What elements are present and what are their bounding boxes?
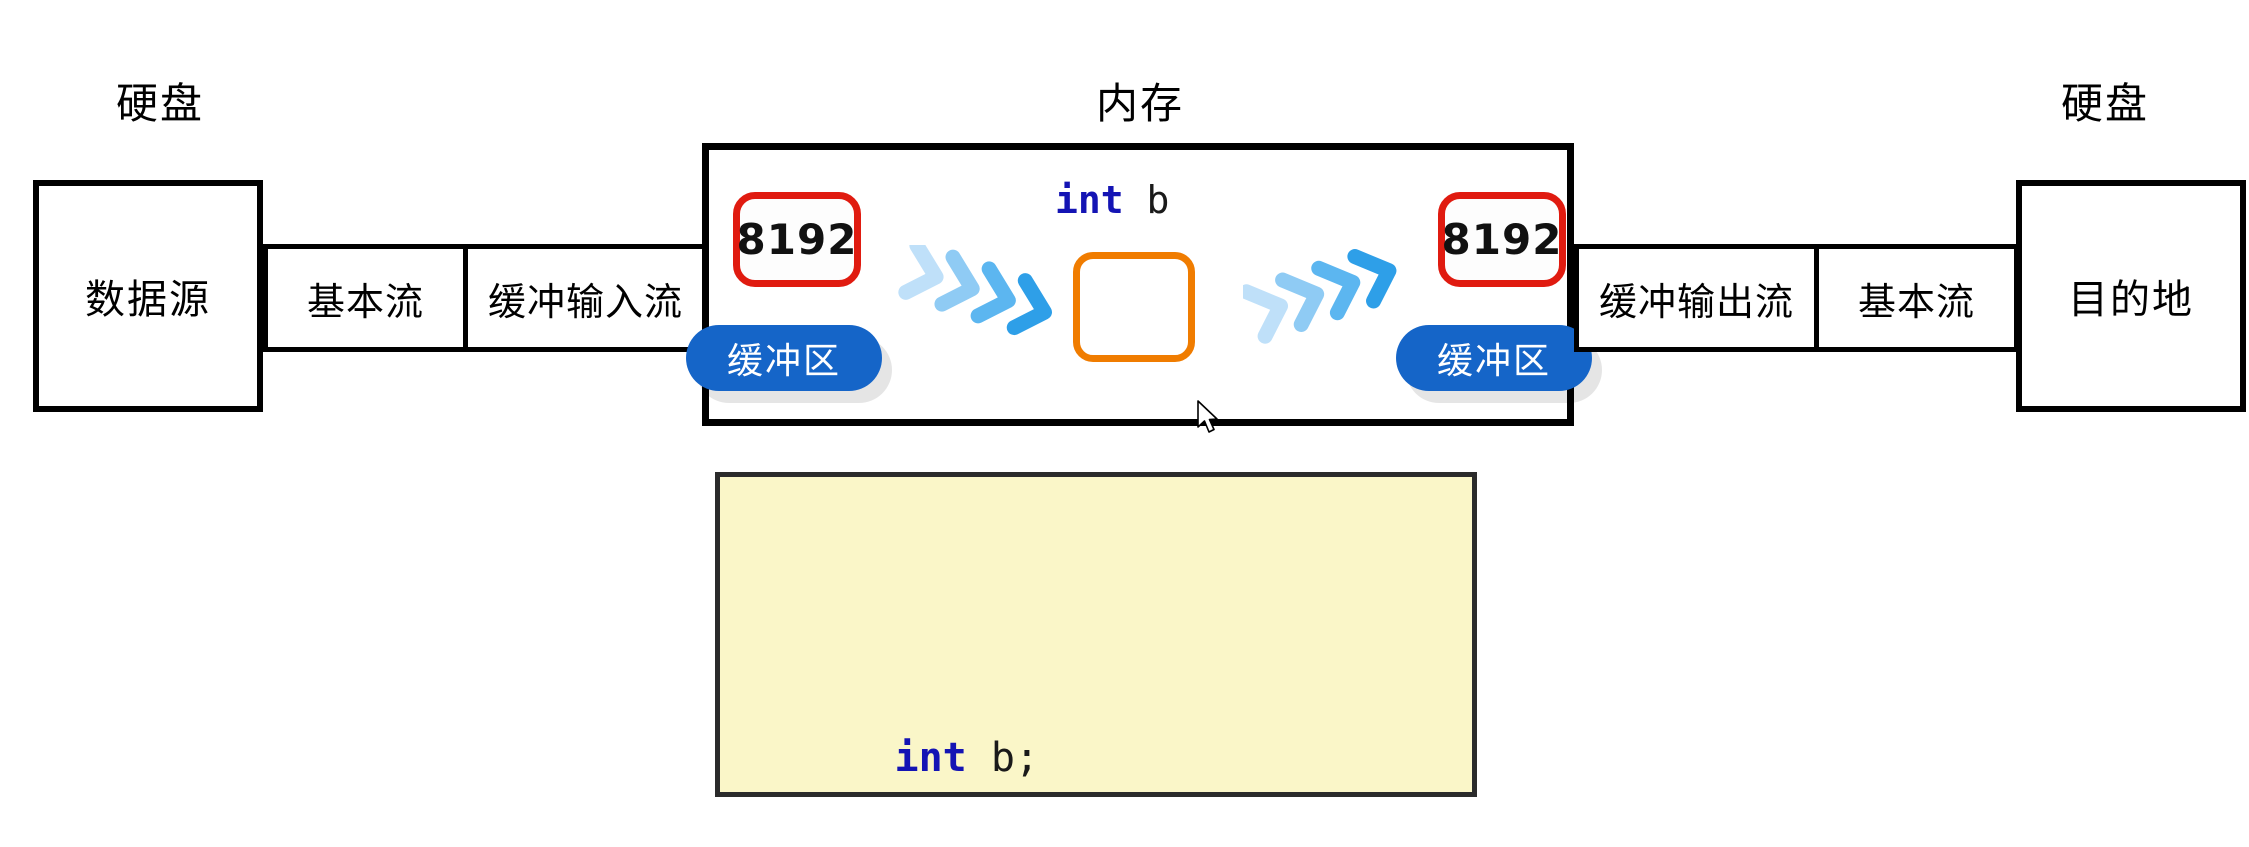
variable-name: b: [1146, 178, 1170, 222]
output-buffer-size-chip: 8192: [1438, 192, 1566, 287]
label-hard-disk-left: 硬盘: [115, 79, 204, 128]
stream-box-basic-output: 基本流: [1814, 244, 2019, 352]
stream-label: 基本流: [306, 279, 424, 324]
buffer-size-value: 8192: [736, 215, 858, 264]
data-source-label: 数据源: [85, 277, 211, 323]
stream-label: 缓冲输入流: [487, 279, 683, 324]
stream-box-buffered-output: 缓冲输出流: [1574, 244, 1819, 352]
variable-type-label: int b: [1055, 178, 1169, 222]
code-token-text: b;: [966, 735, 1039, 782]
stream-label: 缓冲输出流: [1598, 279, 1794, 324]
output-buffer-badge-label: 缓冲区: [1436, 341, 1551, 382]
stream-box-buffered-input: 缓冲输入流: [463, 244, 708, 352]
destination-label: 目的地: [2068, 277, 2194, 323]
code-line: int b;: [750, 673, 1472, 781]
data-source-box: 数据源: [33, 180, 263, 412]
destination-box: 目的地: [2016, 180, 2246, 412]
input-buffer-badge-label: 缓冲区: [726, 341, 841, 382]
label-hard-disk-right: 硬盘: [2060, 79, 2149, 128]
buffer-size-value: 8192: [1441, 215, 1563, 264]
stream-box-basic-input: 基本流: [263, 244, 468, 352]
output-buffer-badge: 缓冲区: [1396, 325, 1592, 391]
stream-label: 基本流: [1857, 279, 1975, 324]
code-token-keyword: int: [894, 735, 967, 782]
keyword-int: int: [1055, 178, 1124, 222]
input-buffer-badge: 缓冲区: [686, 325, 882, 391]
diagram-canvas: 硬盘 内存 硬盘 数据源 基本流 缓冲输入流 int b 8192 缓冲区 81…: [0, 0, 2249, 847]
variable-value-box: [1073, 252, 1195, 362]
label-memory: 内存: [1095, 79, 1184, 128]
input-buffer-size-chip: 8192: [733, 192, 861, 287]
code-block: int b; while((b = bis.read()) != -1){ bo…: [715, 472, 1477, 797]
